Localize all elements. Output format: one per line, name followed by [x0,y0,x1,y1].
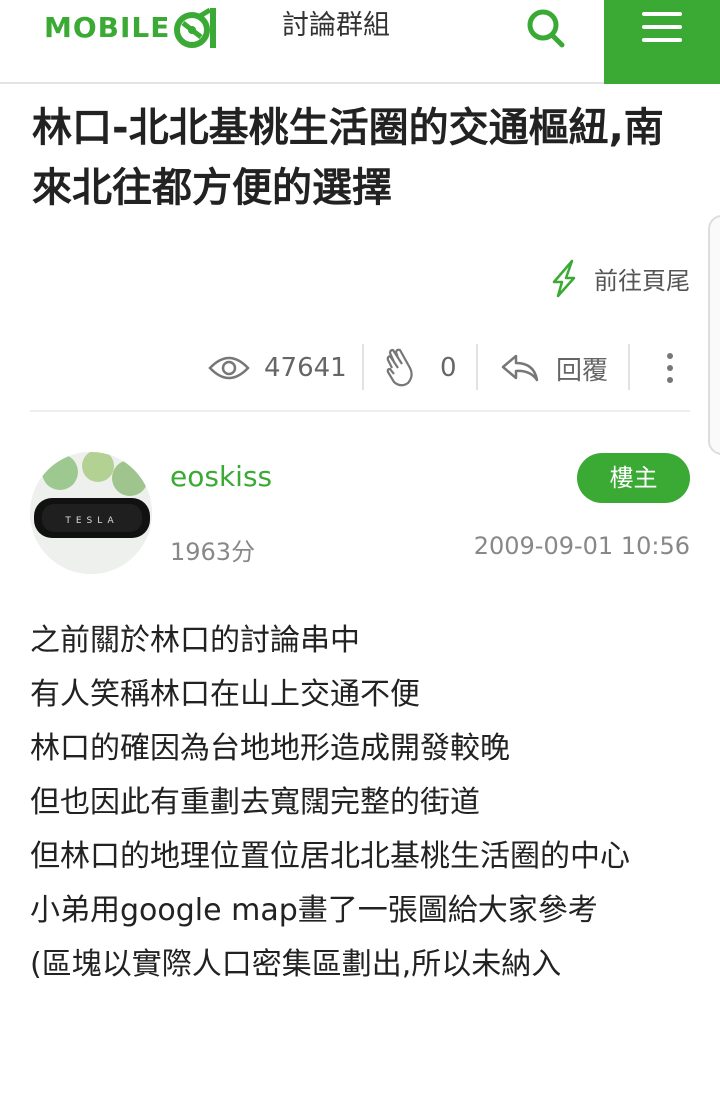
site-logo[interactable]: MOBILE [44,6,230,50]
post-stats-bar: 47641 0 回覆 [30,340,690,400]
search-icon [527,9,565,48]
post-timestamp: 2009-09-01 10:56 [473,532,690,560]
svg-text:TESLA: TESLA [64,516,118,526]
author-score: 1963分 [170,538,256,566]
menu-icon [642,12,682,16]
content-line: (區塊以實際人口密集區劃出,所以未納入 [30,947,562,982]
post-content: 之前關於林口的討論串中 有人笑稱林口在山上交通不便 林口的確因為台地地形造成開發… [30,614,692,992]
view-count: 47641 [208,340,347,396]
reply-label: 回覆 [556,355,609,386]
logo-01-icon [174,7,217,48]
like-count-value: 0 [440,353,457,383]
author-avatar[interactable]: TESLA [30,452,152,574]
eye-icon [208,356,250,380]
clap-icon [386,348,413,387]
avatar-image: TESLA [30,452,152,574]
post-title: 林口-北北基桃生活圈的交通樞紐,南來北往都方便的選擇 [32,105,664,211]
more-options-button[interactable] [660,340,680,396]
stats-separator [362,344,364,390]
content-line: 小弟用google map畫了一張圖給大家參考 [30,893,598,928]
section-title[interactable]: 討論群組 [282,8,390,44]
goto-end-link[interactable]: 前往頁尾 [548,258,690,298]
content-line: 之前關於林口的討論串中 [30,623,360,658]
reply-icon [501,354,539,382]
section-divider [30,410,690,412]
content-line: 但也因此有重劃去寬闊完整的街道 [30,785,480,820]
op-badge: 樓主 [577,453,690,503]
arrow-down-icon [552,259,576,298]
content-line: 但林口的地理位置位居北北基桃生活圈的中心 [30,839,630,874]
more-icon [667,353,673,383]
content-line: 林口的確因為台地地形造成開發較晚 [30,731,510,766]
menu-button[interactable] [604,0,720,84]
like-button[interactable]: 0 [384,340,457,396]
top-header: MOBILE 討論群組 [0,0,720,84]
author-name[interactable]: eoskiss [170,460,272,493]
scroll-handle[interactable] [708,215,720,455]
stats-separator [476,344,478,390]
reply-button[interactable]: 回覆 [500,340,608,396]
search-button[interactable] [522,5,568,51]
content-line: 有人笑稱林口在山上交通不便 [30,677,420,712]
view-count-value: 47641 [264,353,347,383]
stats-separator [628,344,630,390]
logo-text: MOBILE [44,11,171,44]
goto-end-label: 前往頁尾 [594,266,690,295]
